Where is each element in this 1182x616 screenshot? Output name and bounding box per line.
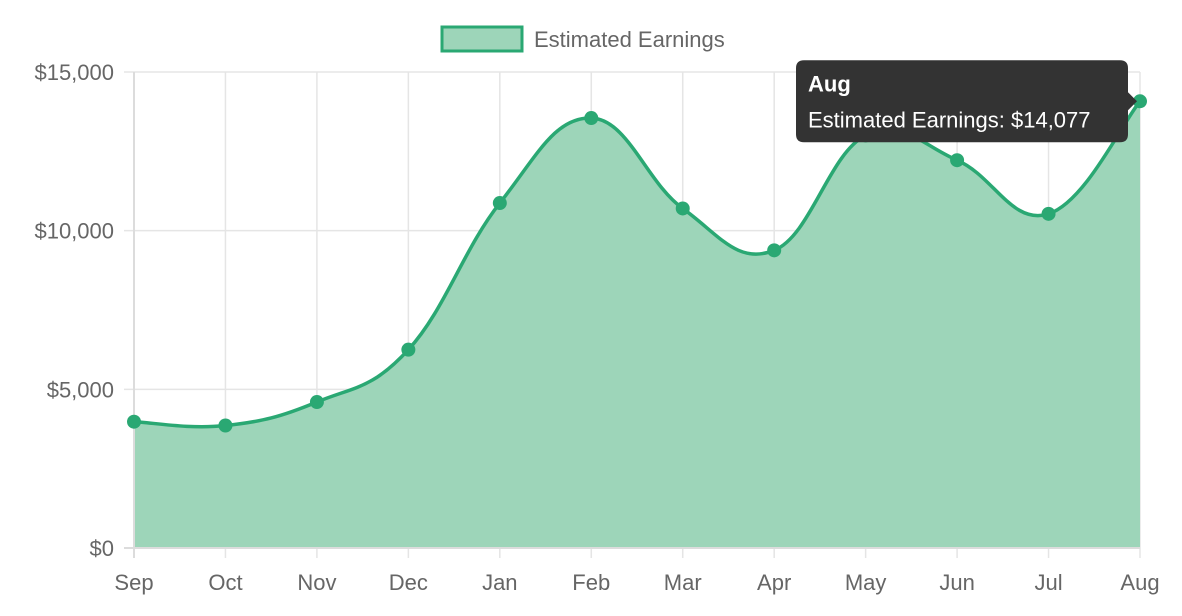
legend-swatch[interactable] (440, 25, 524, 53)
data-point-nov[interactable] (309, 395, 324, 410)
data-point-apr[interactable] (767, 243, 782, 258)
chart-canvas: $0 $5,000 $10,000 $15,000 Sep Oct Nov Dec Jan Feb… (34, 25, 1160, 595)
data-point-oct[interactable] (218, 418, 233, 433)
data-point-jan[interactable] (492, 196, 507, 211)
data-point-jun[interactable] (950, 153, 965, 168)
tooltip-body: Estimated Earnings: $14,077 (808, 107, 1091, 132)
x-tick-label: Jul (1034, 570, 1062, 595)
tooltip-title: Aug (808, 71, 851, 96)
legend[interactable]: Estimated Earnings (440, 25, 725, 53)
data-point-dec[interactable] (401, 342, 416, 357)
y-tick-label: $10,000 (34, 219, 114, 244)
data-point-feb[interactable] (584, 111, 599, 126)
earnings-chart: $0 $5,000 $10,000 $15,000 Sep Oct Nov Dec Jan Feb… (0, 0, 1182, 616)
x-tick-label: Mar (664, 570, 702, 595)
series-area-fill (134, 101, 1140, 549)
y-tick-label: $5,000 (47, 377, 114, 402)
series-area (133, 100, 1142, 549)
y-tick-label: $15,000 (34, 60, 114, 85)
x-tick-label: Jan (482, 570, 517, 595)
x-tick-label: Apr (757, 570, 791, 595)
x-tick-label: May (845, 570, 887, 595)
x-tick-label: Oct (208, 570, 242, 595)
x-tick-label: Dec (389, 570, 428, 595)
y-tick-label: $0 (90, 536, 114, 561)
x-tick-label: Sep (114, 570, 153, 595)
x-tick-label: Nov (297, 570, 336, 595)
x-tick-label: Jun (939, 570, 974, 595)
x-tick-label: Aug (1120, 570, 1159, 595)
data-point-sep[interactable] (127, 414, 141, 429)
data-point-mar[interactable] (675, 201, 690, 216)
data-point-jul[interactable] (1041, 206, 1056, 221)
tooltip: Aug Estimated Earnings: $14,077 (796, 60, 1137, 143)
x-tick-label: Feb (572, 570, 610, 595)
legend-label[interactable]: Estimated Earnings (534, 27, 725, 52)
